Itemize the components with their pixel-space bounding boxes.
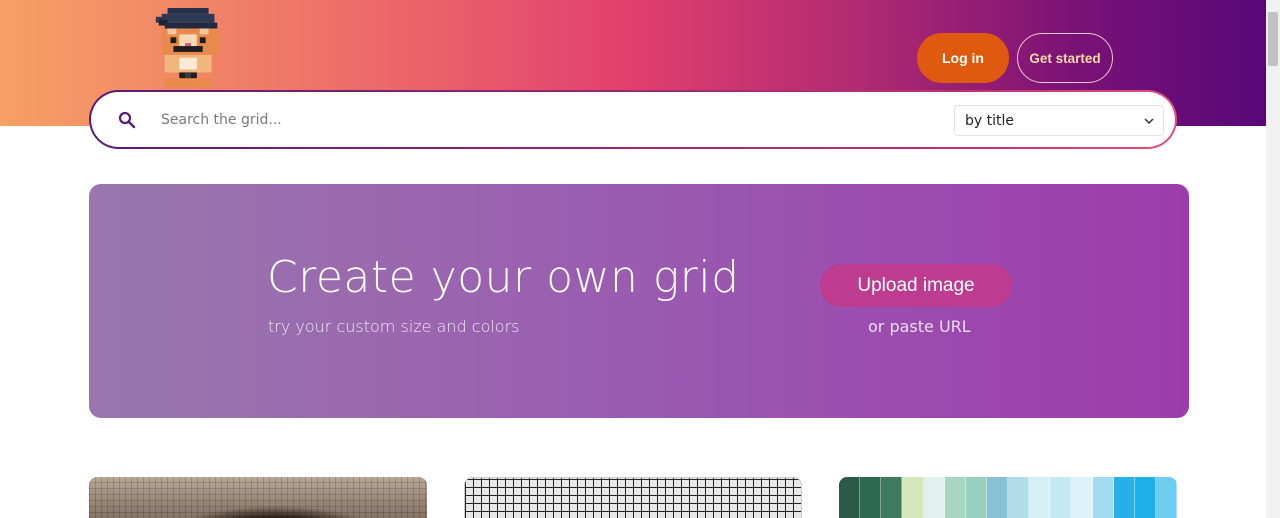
grid-card-2[interactable] — [464, 477, 802, 518]
search-bar-inner: by title — [91, 92, 1175, 147]
upload-image-button[interactable]: Upload image — [820, 264, 1012, 307]
page: Log in Get started by title Create your … — [0, 0, 1280, 518]
login-button[interactable]: Log in — [917, 33, 1009, 83]
search-filter-select[interactable]: by title — [954, 105, 1164, 136]
grid-card-3[interactable] — [839, 477, 1177, 518]
grid-card-1[interactable] — [89, 477, 427, 518]
grid-card-3-cell — [1029, 477, 1051, 518]
pixel-cat-logo[interactable] — [152, 8, 230, 90]
banner-subtitle: try your custom size and colors — [268, 317, 520, 336]
grid-card-3-cell — [902, 477, 924, 518]
scrollbar-track[interactable] — [1266, 0, 1280, 518]
grid-card-3-cell — [1050, 477, 1072, 518]
search-filter-value: by title — [965, 112, 1014, 129]
grid-card-3-cell — [1155, 477, 1177, 518]
grid-card-3-cell — [1008, 477, 1030, 518]
chevron-down-icon — [1144, 118, 1154, 125]
scrollbar-thumb[interactable] — [1268, 12, 1278, 66]
search-icon[interactable] — [117, 110, 137, 130]
grid-card-3-cell — [923, 477, 945, 518]
grid-card-3-cell — [1113, 477, 1135, 518]
search-bar: by title — [89, 90, 1177, 149]
banner-title: Create your own grid — [267, 252, 740, 303]
grid-card-3-cell — [944, 477, 966, 518]
grid-card-3-cell — [1071, 477, 1093, 518]
search-input[interactable] — [161, 108, 861, 132]
grid-card-3-cell — [881, 477, 903, 518]
grid-card-3-cell — [986, 477, 1008, 518]
paste-url-link[interactable]: or paste URL — [868, 317, 971, 336]
grid-card-3-cell — [860, 477, 882, 518]
grid-card-3-cell — [839, 477, 861, 518]
grid-card-3-cell — [1134, 477, 1156, 518]
get-started-button[interactable]: Get started — [1017, 33, 1113, 83]
create-grid-banner: Create your own grid try your custom siz… — [89, 184, 1189, 418]
grid-card-3-cell — [965, 477, 987, 518]
grid-card-3-cell — [1092, 477, 1114, 518]
